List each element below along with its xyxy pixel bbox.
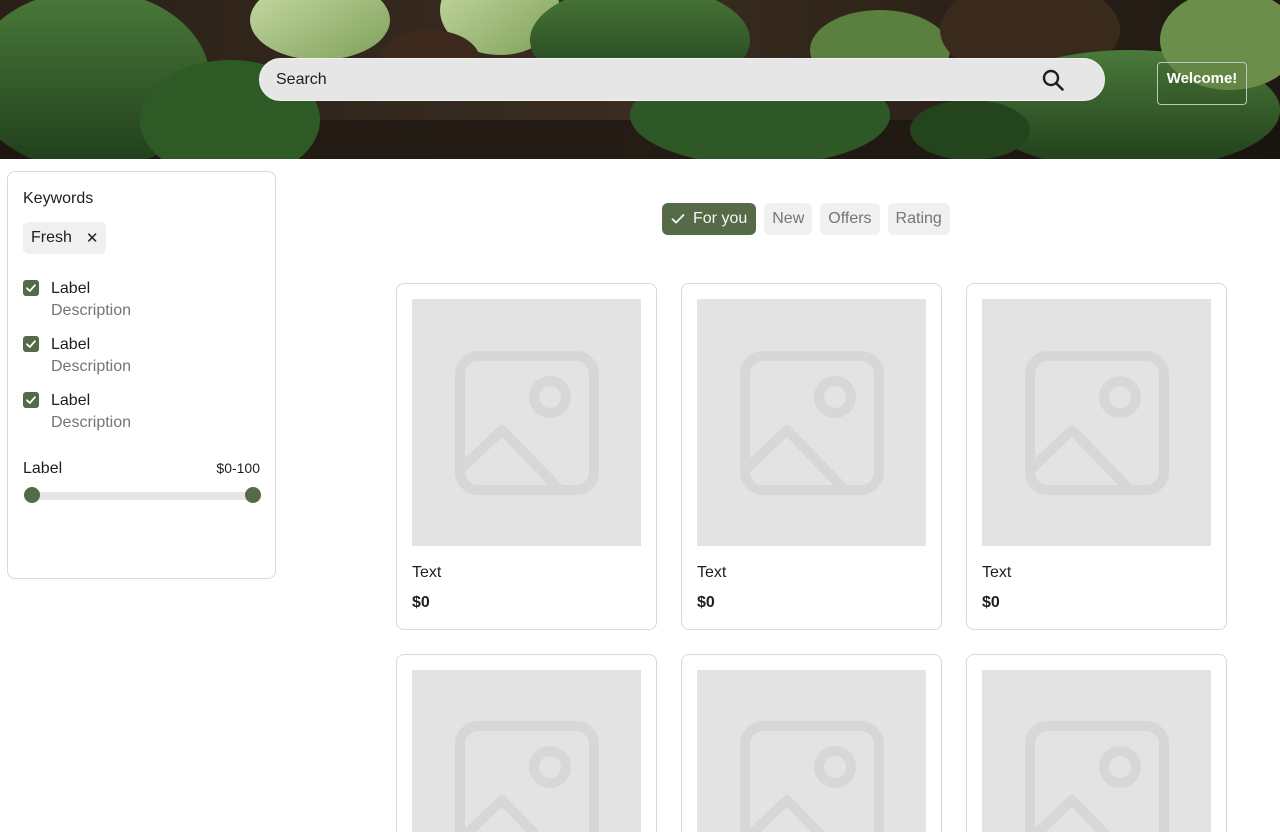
chip-label: New: [772, 210, 805, 227]
close-icon[interactable]: ✕: [86, 229, 99, 247]
product-card[interactable]: Text $0: [681, 283, 942, 630]
header-banner: Welcome!: [0, 0, 1280, 159]
product-image: [412, 299, 641, 546]
image-placeholder-icon: [454, 350, 599, 495]
check-icon: [26, 340, 36, 348]
keywords-heading: Keywords: [23, 190, 94, 207]
keyword-tag: Fresh ✕: [23, 222, 106, 254]
chip-label: Rating: [895, 210, 942, 227]
checkbox[interactable]: [23, 392, 39, 408]
chip-for-you[interactable]: For you: [662, 203, 757, 235]
checkbox-label: Label: [51, 392, 91, 409]
product-card[interactable]: [966, 654, 1227, 832]
image-placeholder-icon: [1024, 350, 1169, 495]
product-image: [697, 299, 926, 546]
product-card[interactable]: [681, 654, 942, 832]
product-card[interactable]: Text $0: [396, 283, 657, 630]
keyword-tag-label: Fresh: [31, 229, 72, 246]
welcome-button[interactable]: Welcome!: [1157, 62, 1247, 105]
search-icon[interactable]: [1040, 67, 1066, 93]
checkbox[interactable]: [23, 280, 39, 296]
checkbox-label: Label: [51, 280, 91, 297]
checkbox-description: Description: [51, 414, 132, 431]
category-chips: For you New Offers Rating: [662, 203, 950, 235]
price-range-label: Label: [23, 460, 63, 477]
check-icon: [671, 214, 685, 224]
range-min-handle[interactable]: [24, 487, 40, 503]
price-range-value: $0-100: [216, 460, 260, 476]
filter-panel: Keywords Fresh ✕ Label Description Label…: [7, 171, 276, 579]
price-range-track[interactable]: [31, 492, 253, 500]
product-price: $0: [697, 594, 715, 611]
check-icon: [26, 396, 36, 404]
product-price: $0: [982, 594, 1000, 611]
product-card[interactable]: Text $0: [966, 283, 1227, 630]
product-image: [412, 670, 641, 832]
chip-label: For you: [693, 210, 748, 227]
chip-offers[interactable]: Offers: [820, 203, 880, 235]
product-title: Text: [697, 564, 727, 581]
checkbox-description: Description: [51, 302, 132, 319]
check-icon: [26, 284, 36, 292]
search-bar: [259, 58, 1105, 101]
product-price: $0: [412, 594, 430, 611]
chip-rating[interactable]: Rating: [887, 203, 950, 235]
checkbox-label: Label: [51, 336, 91, 353]
range-max-handle[interactable]: [245, 487, 261, 503]
product-card[interactable]: [396, 654, 657, 832]
image-placeholder-icon: [454, 721, 599, 832]
product-image: [982, 299, 1211, 546]
product-title: Text: [982, 564, 1012, 581]
checkbox-description: Description: [51, 358, 132, 375]
chip-label: Offers: [828, 210, 872, 227]
image-placeholder-icon: [1024, 721, 1169, 832]
product-image: [982, 670, 1211, 832]
checkbox[interactable]: [23, 336, 39, 352]
chip-new[interactable]: New: [764, 203, 813, 235]
image-placeholder-icon: [739, 350, 884, 495]
product-title: Text: [412, 564, 442, 581]
search-input[interactable]: [276, 70, 1040, 89]
product-image: [697, 670, 926, 832]
image-placeholder-icon: [739, 721, 884, 832]
